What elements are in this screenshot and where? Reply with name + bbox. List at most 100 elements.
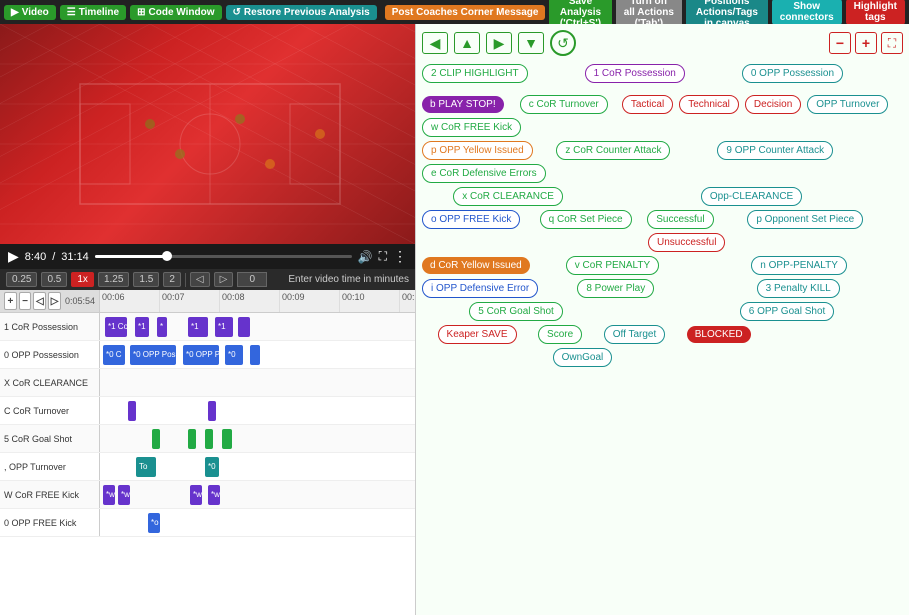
speed-025-btn[interactable]: 0.25	[6, 272, 37, 287]
list-item[interactable]	[208, 401, 216, 421]
play-button[interactable]: ▶	[8, 248, 19, 265]
cor-counter-attack-tag[interactable]: z CoR Counter Attack	[556, 141, 670, 160]
opp-counter-attack-tag[interactable]: 9 OPP Counter Attack	[717, 141, 833, 160]
list-item[interactable]	[250, 345, 260, 365]
list-item[interactable]	[222, 429, 232, 449]
power-play-tag[interactable]: 8 Power Play	[577, 279, 654, 298]
cor-free-kick-tag[interactable]: w CoR FREE Kick	[422, 118, 521, 137]
video-btn[interactable]: ▶ Video	[4, 5, 56, 20]
list-item[interactable]: *w	[103, 485, 115, 505]
off-target-tag[interactable]: Off Target	[604, 325, 666, 344]
nav-up-arrow[interactable]: ▲	[454, 32, 480, 54]
speed-2-btn[interactable]: 2	[163, 272, 181, 287]
speed-1x-btn[interactable]: 1x	[71, 272, 94, 287]
opp-free-kick-tag[interactable]: o OPP FREE Kick	[422, 210, 520, 229]
speed-05-btn[interactable]: 0.5	[41, 272, 67, 287]
list-item[interactable]: *w	[208, 485, 220, 505]
zoom-full-btn[interactable]: ⛶	[881, 32, 903, 54]
list-item[interactable]: *1	[135, 317, 149, 337]
tl-track-cor-turnover[interactable]	[100, 397, 415, 424]
cor-turnover-tag[interactable]: c CoR Turnover	[520, 95, 608, 114]
tl-track-cor-goal-shot[interactable]	[100, 425, 415, 452]
cor-goal-shot-tag[interactable]: 5 CoR Goal Shot	[469, 302, 563, 321]
list-item[interactable]: *w	[190, 485, 202, 505]
tl-track-opp-free-kick[interactable]: *o	[100, 509, 415, 536]
tl-track-cor-free-kick[interactable]: *w *w *w *w	[100, 481, 415, 508]
zoom-minus-btn[interactable]: −	[829, 32, 851, 54]
list-item[interactable]: *0 OPP Pos	[130, 345, 176, 365]
list-item[interactable]: *1	[215, 317, 233, 337]
cor-defensive-errors-tag[interactable]: e CoR Defensive Errors	[422, 164, 546, 183]
play-stop-tag[interactable]: b PLAY STOP!	[422, 96, 504, 113]
list-item[interactable]: *0 C	[103, 345, 125, 365]
tl-track-cor-possession[interactable]: *1 Co *1 * *1 *1	[100, 313, 415, 340]
successful-tag[interactable]: Successful	[647, 210, 713, 229]
score-tag[interactable]: Score	[538, 325, 582, 344]
list-item[interactable]: *1	[188, 317, 208, 337]
list-item[interactable]: *0	[205, 457, 219, 477]
zoom-plus-btn[interactable]: +	[855, 32, 877, 54]
tl-track-cor-clearance[interactable]	[100, 369, 415, 396]
tactical-tag[interactable]: Tactical	[622, 95, 673, 114]
fullscreen-button[interactable]: ⛶	[379, 249, 387, 264]
tl-add-btn[interactable]: +	[4, 292, 17, 310]
post-coaches-btn[interactable]: Post Coaches Corner Message	[385, 5, 546, 20]
list-item[interactable]	[152, 429, 160, 449]
speed-125-btn[interactable]: 1.25	[98, 272, 129, 287]
nav-left-arrow[interactable]: ◀	[422, 32, 448, 54]
blocked-tag[interactable]: BLOCKED	[687, 326, 751, 343]
opp-turnover-tag[interactable]: OPP Turnover	[807, 95, 888, 114]
opp-defensive-error-tag[interactable]: i OPP Defensive Error	[422, 279, 538, 298]
tl-left-btn[interactable]: ◁	[33, 292, 46, 310]
penalty-kill-tag[interactable]: 3 Penalty KILL	[757, 279, 840, 298]
code-window-btn[interactable]: ⊞ Code Window	[130, 5, 221, 20]
list-item[interactable]: *1 Co	[105, 317, 127, 337]
video-player[interactable]	[0, 24, 415, 244]
keaper-save-tag[interactable]: Keaper SAVE	[438, 325, 517, 344]
cor-yellow-issued-tag[interactable]: d CoR Yellow Issued	[422, 257, 530, 274]
opp-goal-shot-tag[interactable]: 6 OPP Goal Shot	[740, 302, 835, 321]
tl-track-opp-possession[interactable]: *0 C *0 OPP Pos *0 OPP P *0	[100, 341, 415, 368]
nav-circle-refresh[interactable]: ↺	[550, 30, 576, 56]
list-item[interactable]	[128, 401, 136, 421]
show-connectors-btn[interactable]: Show connectors	[772, 0, 842, 25]
own-goal-tag[interactable]: OwnGoal	[553, 348, 613, 367]
cor-penalty-tag[interactable]: v CoR PENALTY	[566, 256, 659, 275]
opp-yellow-issued-tag[interactable]: p OPP Yellow Issued	[422, 141, 533, 160]
frame-fwd-btn[interactable]: ▷	[214, 272, 234, 287]
clip-highlight-tag[interactable]: 2 CLIP HIGHLIGHT	[422, 64, 528, 83]
restore-btn[interactable]: ↺ Restore Previous Analysis	[226, 5, 377, 20]
list-item[interactable]: *o	[148, 513, 160, 533]
tl-right-btn[interactable]: ▷	[48, 292, 61, 310]
opp-possession-tag[interactable]: 0 OPP Possession	[742, 64, 843, 83]
timeline-btn[interactable]: ☰ Timeline	[60, 5, 126, 20]
list-item[interactable]: *0 OPP P	[183, 345, 219, 365]
more-button[interactable]: ⋮	[393, 248, 407, 265]
list-item[interactable]: *w	[118, 485, 130, 505]
speed-15-btn[interactable]: 1.5	[133, 272, 159, 287]
cor-clearance-tag[interactable]: x CoR CLEARANCE	[453, 187, 563, 206]
list-item[interactable]: *0	[225, 345, 243, 365]
tl-minus-btn[interactable]: −	[19, 292, 32, 310]
unsuccessful-tag[interactable]: Unsuccessful	[648, 233, 725, 252]
opp-set-piece-tag[interactable]: p Opponent Set Piece	[747, 210, 863, 229]
cor-possession-tag[interactable]: 1 CoR Possession	[585, 64, 685, 83]
time-value-input[interactable]	[237, 272, 267, 287]
list-item[interactable]	[238, 317, 250, 337]
nav-down-arrow[interactable]: ▼	[518, 32, 544, 54]
list-item[interactable]: *	[157, 317, 167, 337]
timeline-area[interactable]: + − ◁ ▷ 0:05:54 00:06 00:07 00:08 00:09 …	[0, 290, 415, 615]
opp-penalty-tag[interactable]: n OPP-PENALTY	[751, 256, 847, 275]
cor-set-piece-tag[interactable]: q CoR Set Piece	[540, 210, 632, 229]
list-item[interactable]	[205, 429, 213, 449]
technical-tag[interactable]: Technical	[679, 95, 739, 114]
decision-tag[interactable]: Decision	[745, 95, 801, 114]
nav-right-arrow[interactable]: ▶	[486, 32, 512, 54]
opp-clearance-tag[interactable]: Opp-CLEARANCE	[701, 187, 802, 206]
tl-track-opp-turnover[interactable]: To *0	[100, 453, 415, 480]
frame-back-btn[interactable]: ◁	[190, 272, 210, 287]
volume-button[interactable]: 🔊	[358, 250, 373, 264]
list-item[interactable]: To	[136, 457, 156, 477]
progress-bar[interactable]	[95, 255, 352, 258]
highlight-tags-btn[interactable]: Highlight tags	[846, 0, 905, 25]
